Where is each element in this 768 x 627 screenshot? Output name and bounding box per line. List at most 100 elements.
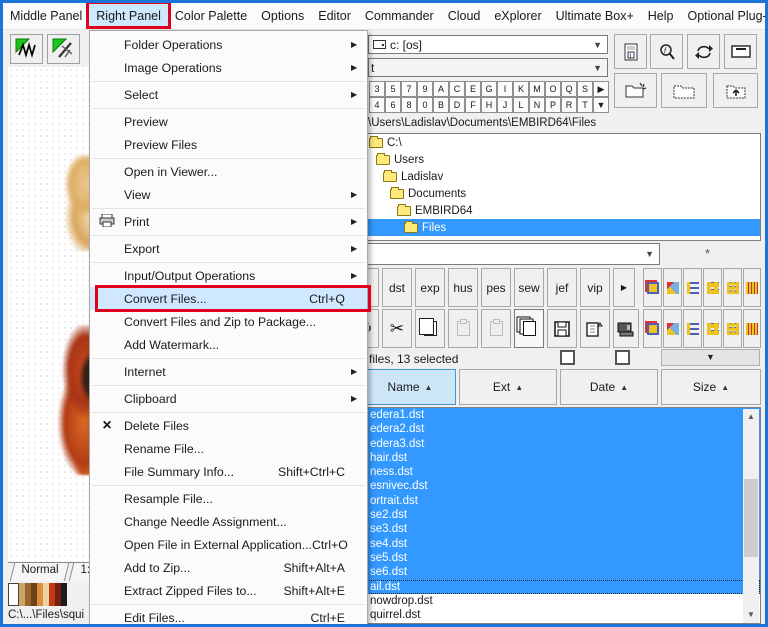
menu-item-input-output-operations[interactable]: Input/Output Operations ▶ bbox=[90, 264, 367, 287]
sew-simulator-button[interactable] bbox=[47, 34, 80, 64]
letter-cell[interactable]: M bbox=[529, 81, 545, 97]
view-small-icons-button-2[interactable] bbox=[663, 309, 682, 348]
letter-cell[interactable]: 9 bbox=[417, 81, 433, 97]
filetype-hus-button[interactable]: hus bbox=[448, 268, 478, 307]
save-button[interactable] bbox=[547, 309, 577, 348]
sort-options-dropdown[interactable]: ▼ bbox=[661, 349, 760, 366]
folder-button[interactable] bbox=[661, 73, 707, 108]
letter-cell[interactable]: 3 bbox=[369, 81, 385, 97]
letter-cell[interactable]: G bbox=[481, 81, 497, 97]
menu-item-change-needle-assignment[interactable]: Change Needle Assignment... bbox=[90, 510, 367, 533]
letter-cell[interactable]: A bbox=[433, 81, 449, 97]
letter-cell[interactable]: P bbox=[545, 97, 561, 113]
letter-scroll-down[interactable]: ▼ bbox=[593, 97, 609, 113]
file-row[interactable]: se3.dst bbox=[365, 522, 760, 537]
menubar-right-panel[interactable]: Right Panel bbox=[86, 3, 171, 29]
multiple-files-button[interactable] bbox=[514, 309, 544, 348]
view-grid2-button[interactable] bbox=[703, 268, 722, 307]
find-files-button[interactable]: f bbox=[650, 34, 683, 69]
menubar-explorer[interactable]: eXplorer bbox=[487, 3, 548, 29]
menu-item-print[interactable]: Print ▶ bbox=[90, 210, 367, 233]
menu-item-image-operations[interactable]: Image Operations ▶ bbox=[90, 56, 367, 79]
tree-item-files[interactable]: Files bbox=[365, 219, 760, 236]
letter-cell[interactable]: K bbox=[513, 81, 529, 97]
palette-color[interactable] bbox=[61, 583, 67, 606]
menu-item-internet[interactable]: Internet ▶ bbox=[90, 360, 367, 383]
file-list-scrollbar[interactable]: ▲ ▼ bbox=[743, 409, 759, 623]
letter-cell[interactable]: R bbox=[561, 97, 577, 113]
menu-item-rename-file[interactable]: Rename File... bbox=[90, 437, 367, 460]
letter-cell[interactable]: C bbox=[449, 81, 465, 97]
letter-scroll-right[interactable]: ▶ bbox=[593, 81, 609, 97]
letter-cell[interactable]: L bbox=[513, 97, 529, 113]
option-checkbox-2[interactable] bbox=[615, 350, 630, 365]
file-row-focused[interactable]: ail.dst bbox=[365, 579, 760, 594]
menu-item-export[interactable]: Export ▶ bbox=[90, 237, 367, 260]
menu-item-edit-files[interactable]: Edit Files... Ctrl+E bbox=[90, 606, 367, 625]
tree-item-users[interactable]: Users bbox=[365, 151, 760, 168]
menu-item-clipboard[interactable]: Clipboard ▶ bbox=[90, 387, 367, 410]
file-row[interactable]: ness.dst bbox=[365, 465, 760, 480]
file-row[interactable]: se4.dst bbox=[365, 536, 760, 551]
refresh-button[interactable] bbox=[687, 34, 720, 69]
letter-cell[interactable]: F bbox=[465, 97, 481, 113]
option-checkbox-1[interactable] bbox=[560, 350, 575, 365]
letter-cell[interactable]: Q bbox=[561, 81, 577, 97]
menubar-cloud[interactable]: Cloud bbox=[441, 3, 488, 29]
file-row[interactable]: edera1.dst bbox=[365, 408, 760, 423]
filetype-pes-button[interactable]: pes bbox=[481, 268, 511, 307]
file-row[interactable]: hair.dst bbox=[365, 450, 760, 466]
tree-item-embird64[interactable]: EMBIRD64 bbox=[365, 202, 760, 219]
view-grid3-button[interactable] bbox=[723, 268, 742, 307]
scroll-down-icon[interactable]: ▼ bbox=[743, 607, 759, 623]
menubar-ultimate-box[interactable]: Ultimate Box+ bbox=[549, 3, 641, 29]
file-row[interactable]: edera3.dst bbox=[365, 436, 760, 451]
letter-cell[interactable]: 6 bbox=[385, 97, 401, 113]
letter-cell[interactable]: B bbox=[433, 97, 449, 113]
filetype-vip-button[interactable]: vip bbox=[580, 268, 610, 307]
letter-cell[interactable]: 4 bbox=[369, 97, 385, 113]
file-row[interactable]: se6.dst bbox=[365, 565, 760, 580]
menu-item-add-watermark[interactable]: Add Watermark... bbox=[90, 333, 367, 356]
panel-layout-button[interactable] bbox=[724, 34, 757, 69]
palette-color[interactable] bbox=[8, 583, 19, 606]
letter-cell[interactable]: 7 bbox=[401, 81, 417, 97]
column-header-ext[interactable]: Ext ▲ bbox=[459, 369, 557, 405]
menu-item-add-to-zip[interactable]: Add to Zip... Shift+Alt+A bbox=[90, 556, 367, 579]
menubar-help[interactable]: Help bbox=[641, 3, 681, 29]
view-list-button[interactable] bbox=[683, 268, 702, 307]
letter-cell[interactable]: S bbox=[577, 81, 593, 97]
file-row[interactable]: ortrait.dst bbox=[365, 493, 760, 509]
paste-button[interactable] bbox=[448, 309, 478, 348]
filetype-jef-button[interactable]: jef bbox=[547, 268, 577, 307]
menubar-editor[interactable]: Editor bbox=[311, 3, 358, 29]
letter-cell[interactable]: N bbox=[529, 97, 545, 113]
menubar-middle-panel[interactable]: Middle Panel bbox=[3, 3, 89, 29]
wildcard-star[interactable]: * bbox=[705, 246, 710, 261]
drive-selector[interactable]: c: [os] ▼ bbox=[368, 35, 608, 54]
tab-normal[interactable]: Normal bbox=[9, 563, 70, 581]
menu-item-preview-files[interactable]: Preview Files bbox=[90, 133, 367, 156]
stitches-mode-button[interactable] bbox=[10, 34, 43, 64]
menubar-options[interactable]: Options bbox=[254, 3, 311, 29]
filetype-sew-button[interactable]: sew bbox=[514, 268, 544, 307]
filetype-exp-button[interactable]: exp bbox=[415, 268, 445, 307]
cut-button[interactable]: ✂ bbox=[382, 309, 412, 348]
menu-item-view[interactable]: View ▶ bbox=[90, 183, 367, 206]
menubar-color-palette[interactable]: Color Palette bbox=[168, 3, 254, 29]
copy-file-button[interactable] bbox=[580, 309, 610, 348]
file-row[interactable]: edera2.dst bbox=[365, 422, 760, 437]
filter-combo[interactable]: t ▼ bbox=[368, 58, 608, 77]
tree-item-documents[interactable]: Documents bbox=[365, 185, 760, 202]
letter-cell[interactable]: 5 bbox=[385, 81, 401, 97]
file-row[interactable]: nowdrop.dst bbox=[365, 594, 760, 608]
send-to-machine-button[interactable] bbox=[613, 309, 639, 348]
letter-cell[interactable]: O bbox=[545, 81, 561, 97]
letter-cell[interactable]: T bbox=[577, 97, 593, 113]
menu-item-folder-operations[interactable]: Folder Operations ▶ bbox=[90, 33, 367, 56]
letter-cell[interactable]: 8 bbox=[401, 97, 417, 113]
menubar-optional-plugins[interactable]: Optional Plug-ins bbox=[680, 3, 765, 29]
view-grid3-button-2[interactable] bbox=[723, 309, 742, 348]
copy-button[interactable] bbox=[415, 309, 445, 348]
letter-cell[interactable]: D bbox=[449, 97, 465, 113]
